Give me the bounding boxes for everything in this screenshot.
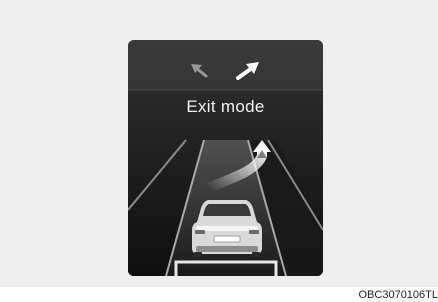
mode-label: Exit mode xyxy=(186,97,265,116)
figure-panel: Exit mode xyxy=(0,0,438,287)
display-graphics xyxy=(128,40,323,276)
figure-code: OBC3070106TL xyxy=(358,289,438,301)
cluster-display: Exit mode xyxy=(128,40,323,276)
car-rear-icon xyxy=(192,200,262,257)
